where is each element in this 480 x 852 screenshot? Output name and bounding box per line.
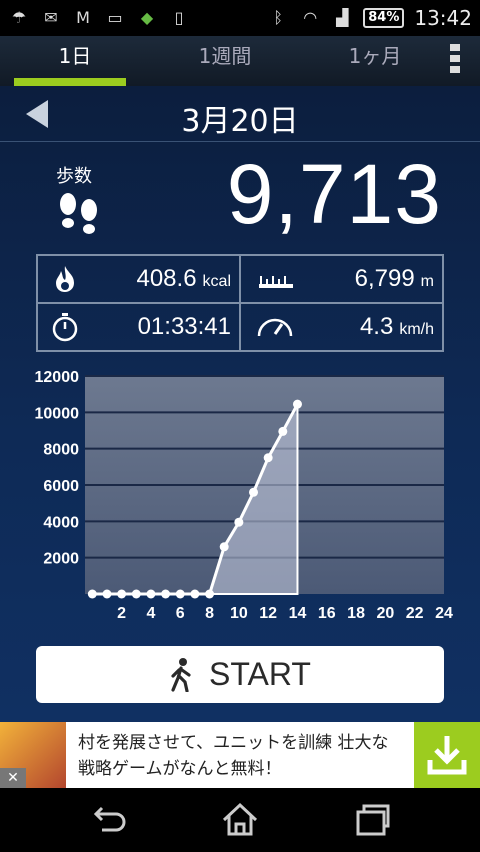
start-button-label: START: [209, 656, 311, 692]
x-tick-label: 18: [347, 605, 365, 622]
gmail-icon: M: [76, 8, 90, 27]
steps-data-point: [249, 487, 259, 497]
steps-data-point: [102, 589, 112, 599]
back-icon[interactable]: [88, 800, 128, 840]
y-tick-label: 6000: [43, 478, 79, 495]
status-time: 13:42: [414, 6, 472, 30]
ruler-icon: [259, 276, 293, 288]
steps-data-point: [263, 453, 273, 463]
date-header: 3月20日: [0, 86, 480, 142]
signal-icon: ▟: [336, 8, 349, 27]
steps-data-point: [278, 426, 288, 436]
steps-data-point: [219, 542, 229, 552]
walking-person-icon: [171, 657, 191, 692]
tab-day[interactable]: 1日: [0, 36, 150, 86]
steps-data-point: [117, 589, 127, 599]
start-button[interactable]: START: [36, 646, 444, 703]
y-tick-label: 4000: [43, 514, 79, 531]
steps-data-point: [175, 589, 185, 599]
date-title: 3月20日: [181, 104, 299, 139]
weather-icon: ☂: [11, 8, 27, 27]
x-tick-label: 2: [117, 605, 126, 622]
speed-cell: 4.3 km/h: [240, 303, 443, 351]
mail-icon: ✉: [44, 8, 58, 27]
steps-label: 歩数: [56, 166, 92, 187]
tab-week[interactable]: 1週間: [150, 36, 300, 86]
bluetooth-icon: ᛒ: [273, 8, 284, 27]
overflow-menu-icon[interactable]: [450, 44, 462, 77]
distance-cell: 6,799 m: [240, 255, 443, 303]
x-tick-label: 4: [146, 605, 155, 622]
steps-count: 9,713: [226, 147, 442, 241]
x-tick-label: 22: [406, 605, 424, 622]
x-tick-label: 8: [205, 605, 214, 622]
x-tick-label: 12: [259, 605, 277, 622]
steps-data-point: [146, 589, 156, 599]
x-tick-label: 10: [230, 605, 248, 622]
ad-text: 村を発展させて、ユニットを訓練 壮大な 戦略ゲームがなんと無料！: [78, 733, 389, 779]
battery-indicator: 84%: [363, 8, 405, 28]
period-tabs: 1日 1週間 1ヶ月: [0, 36, 480, 86]
storage-icon: ▯: [174, 8, 184, 27]
hourly-steps-chart: 200040006000800010000120002 4 6 8 10 12 14 16 18…: [35, 369, 454, 622]
stopwatch-icon: [52, 313, 78, 342]
home-icon[interactable]: [220, 800, 260, 840]
wifi-icon: ◠: [303, 8, 318, 27]
speed-value: 4.3 km/h: [359, 313, 434, 340]
x-tick-label: 6: [176, 605, 185, 622]
x-tick-label: 16: [318, 605, 336, 622]
steps-data-point: [205, 589, 215, 599]
steps-data-point: [292, 399, 302, 409]
navigation-bar: [0, 788, 480, 852]
tab-month[interactable]: 1ヶ月: [300, 36, 450, 86]
x-tick-label: 24: [435, 605, 453, 622]
y-tick-label: 8000: [43, 442, 79, 459]
time-value: 01:33:41: [137, 313, 231, 340]
footprints-icon: [60, 193, 97, 234]
stats-grid: 408.6 kcal 6,799 m 01:33:41 4.3 km/h: [36, 254, 444, 352]
app-icon: ◆: [140, 8, 154, 27]
calories-cell: 408.6 kcal: [37, 255, 240, 303]
ad-close-icon[interactable]: ✕: [0, 768, 26, 788]
y-tick-label: 12000: [35, 369, 80, 386]
main-panel: 3月20日 歩数 9,713 408.6 kcal 6,799 m 01:33:…: [0, 86, 480, 722]
x-tick-label: 20: [376, 605, 394, 622]
download-button[interactable]: [414, 722, 480, 788]
steps-data-point: [190, 589, 200, 599]
calories-value: 408.6 kcal: [136, 265, 231, 292]
time-cell: 01:33:41: [37, 303, 240, 351]
status-bar: ☂ ✉ M ▭ ◆ ▯ ᛒ ◠ ▟ 84% 13:42: [0, 0, 480, 36]
steps-data-point: [87, 589, 97, 599]
x-tick-label: 14: [289, 605, 307, 622]
steps-data-point: [234, 517, 244, 527]
download-icon: [427, 736, 467, 775]
flame-icon: [56, 266, 74, 292]
recent-apps-icon[interactable]: [352, 800, 392, 840]
steps-data-point: [161, 589, 171, 599]
speedometer-icon: [257, 318, 293, 337]
steps-data-point: [131, 589, 141, 599]
screen-icon: ▭: [107, 8, 123, 27]
distance-value: 6,799 m: [354, 265, 434, 292]
y-tick-label: 2000: [43, 551, 79, 568]
y-tick-label: 10000: [35, 405, 80, 422]
ad-banner[interactable]: ✕ 村を発展させて、ユニットを訓練 壮大な 戦略ゲームがなんと無料！: [0, 722, 480, 788]
